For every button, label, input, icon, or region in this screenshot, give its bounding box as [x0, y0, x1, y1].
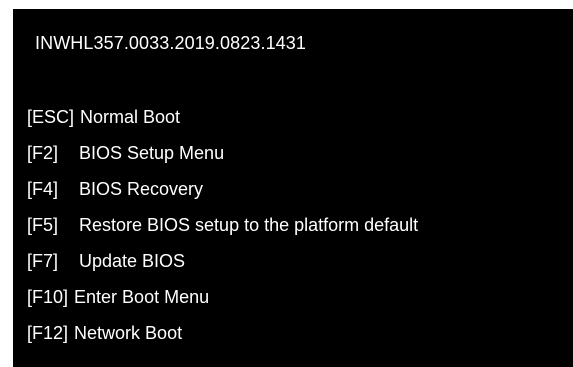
hotkey-f4: [F4]	[27, 179, 59, 199]
menu-item-label: Update BIOS	[79, 251, 186, 271]
menu-item-bios-recovery[interactable]: [F4] BIOS Recovery	[27, 171, 418, 207]
menu-item-normal-boot[interactable]: [ESC] Normal Boot	[27, 99, 418, 135]
hotkey-f12: [F12]	[27, 323, 69, 343]
boot-options-menu: [ESC] Normal Boot [F2] BIOS Setup Menu […	[27, 99, 418, 351]
menu-item-label: Network Boot	[74, 323, 183, 343]
menu-item-label: Restore BIOS setup to the platform defau…	[79, 215, 419, 235]
menu-item-boot-menu[interactable]: [F10] Enter Boot Menu	[27, 279, 418, 315]
hotkey-f2: [F2]	[27, 143, 59, 163]
hotkey-esc: [ESC]	[27, 107, 75, 127]
menu-item-restore-defaults[interactable]: [F5] Restore BIOS setup to the platform …	[27, 207, 418, 243]
menu-item-label: BIOS Recovery	[79, 179, 204, 199]
boot-screen: INWHL357.0033.2019.0823.1431 [ESC] Norma…	[13, 9, 573, 367]
hotkey-f5: [F5]	[27, 215, 59, 235]
hotkey-f10: [F10]	[27, 287, 69, 307]
menu-item-label: Normal Boot	[80, 107, 181, 127]
menu-item-network-boot[interactable]: [F12] Network Boot	[27, 315, 418, 351]
hotkey-f7: [F7]	[27, 251, 59, 271]
bios-version: INWHL357.0033.2019.0823.1431	[35, 33, 307, 53]
menu-item-update-bios[interactable]: [F7] Update BIOS	[27, 243, 418, 279]
menu-item-label: Enter Boot Menu	[74, 287, 210, 307]
menu-item-label: BIOS Setup Menu	[79, 143, 225, 163]
menu-item-bios-setup[interactable]: [F2] BIOS Setup Menu	[27, 135, 418, 171]
